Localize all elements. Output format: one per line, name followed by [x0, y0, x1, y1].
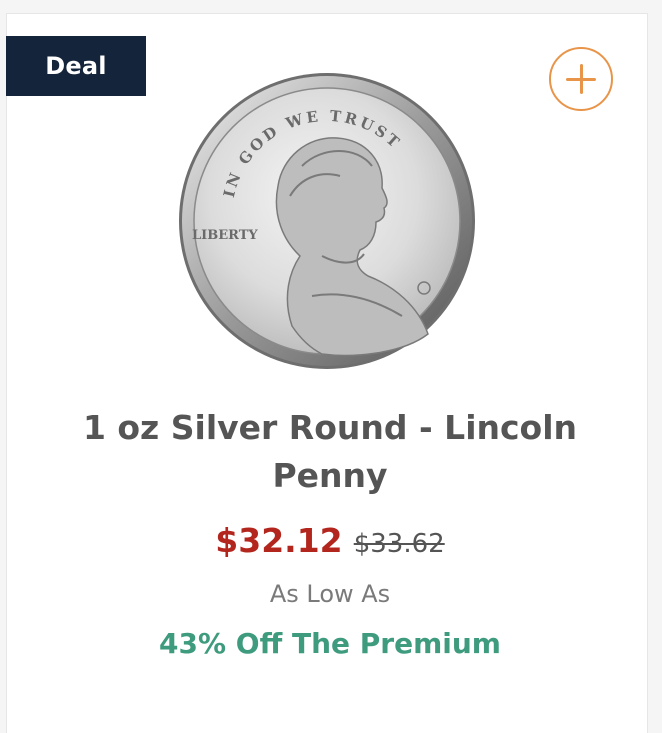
- add-to-cart-button[interactable]: [549, 47, 613, 111]
- product-title[interactable]: 1 oz Silver Round - Lincoln Penny: [40, 404, 620, 500]
- deal-badge: Deal: [6, 36, 146, 96]
- original-price: $33.62: [353, 529, 445, 559]
- product-image[interactable]: IN GOD WE TRUST LIBERTY: [172, 66, 482, 376]
- current-price: $32.12: [215, 521, 343, 560]
- price-note: As Low As: [269, 580, 391, 608]
- coin-liberty-text: LIBERTY: [192, 228, 258, 243]
- discount-text: 43% Off The Premium: [159, 627, 501, 660]
- price-row: $32.12 $33.62: [40, 519, 620, 569]
